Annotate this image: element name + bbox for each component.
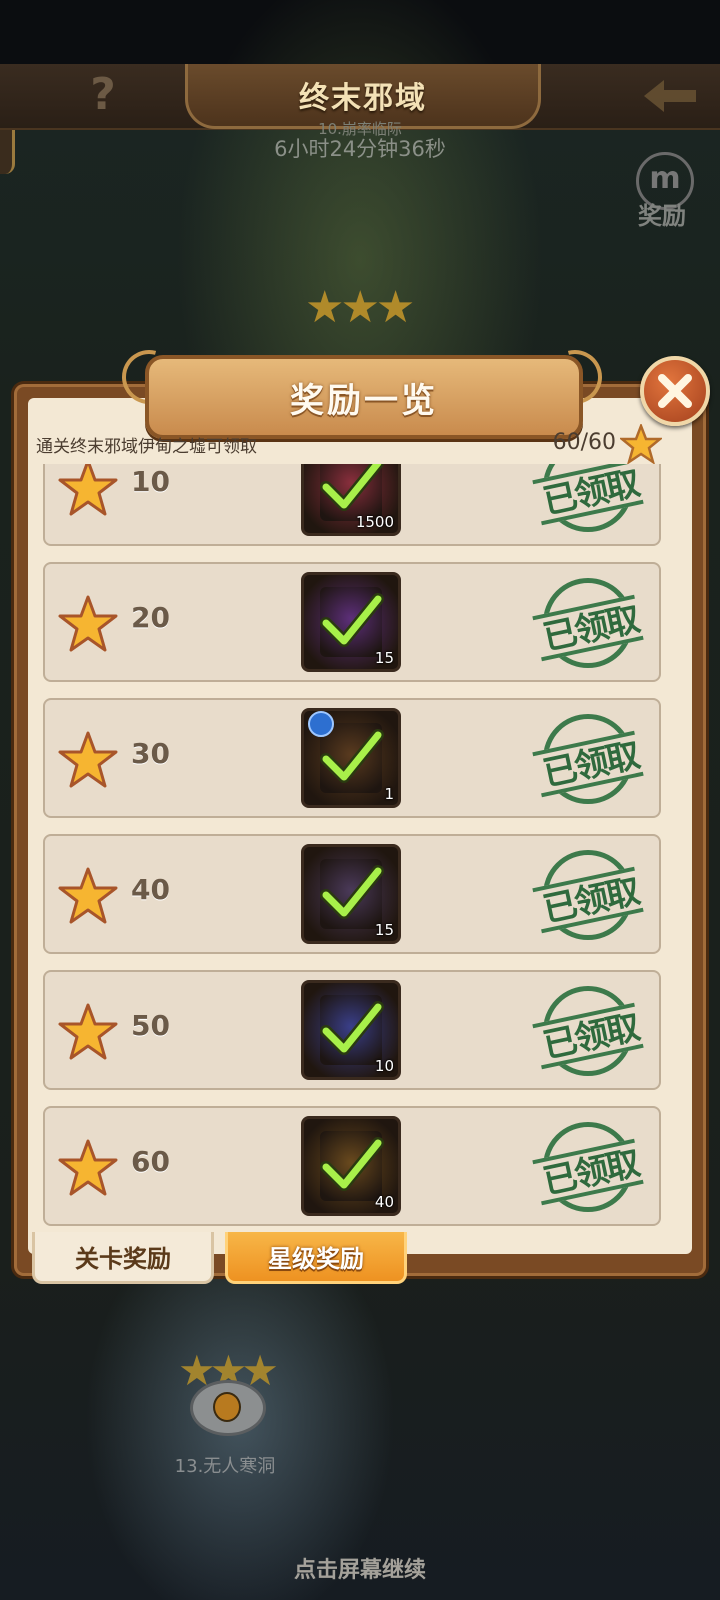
star-requirement: 30 <box>131 737 170 770</box>
claimed-stamp: 已领取 <box>532 986 644 1076</box>
tab-level-rewards-label: 关卡奖励 <box>75 1245 171 1273</box>
reward-row: 10 1500 已领取 <box>43 464 661 546</box>
item-quantity: 40 <box>374 1193 394 1211</box>
star-requirement: 40 <box>131 873 170 906</box>
help-icon[interactable]: ? <box>78 70 128 120</box>
item-quantity: 15 <box>374 649 394 667</box>
tab-star-rewards[interactable]: 星级奖励 <box>225 1232 407 1284</box>
tap-to-continue-hint[interactable]: 点击屏幕继续 <box>230 1552 490 1584</box>
back-arrow-icon[interactable] <box>640 74 700 118</box>
eye-icon <box>213 1392 241 1422</box>
claimed-status: 已领取 <box>539 464 642 523</box>
reward-list[interactable]: 10 1500 已领取 20 15 已领取 30 1 已领取 40 15 已领取… <box>28 464 692 1234</box>
star-requirement: 60 <box>131 1145 170 1178</box>
item-quantity: 1 <box>384 785 394 803</box>
stage-stars-icon: ★★★ <box>305 282 415 333</box>
checkmark-icon <box>320 865 384 919</box>
stage-title: 终末邪域 <box>299 81 427 116</box>
claimed-stamp: 已领取 <box>532 850 644 940</box>
star-icon <box>58 595 118 652</box>
side-reward-label: 奖励 <box>638 202 686 230</box>
tab-level-rewards[interactable]: 关卡奖励 <box>32 1232 214 1284</box>
panel-title-plaque: 奖励一览 <box>145 355 583 439</box>
reward-row: 50 10 已领取 <box>43 970 661 1090</box>
reward-row: 40 15 已领取 <box>43 834 661 954</box>
reward-row: 20 15 已领取 <box>43 562 661 682</box>
reward-item-slot[interactable]: 1500 <box>301 464 401 536</box>
panel-title: 奖励一览 <box>290 380 438 421</box>
requirement-text: 通关终末邪域伊甸之墟可领取 <box>36 437 257 457</box>
star-requirement: 20 <box>131 601 170 634</box>
close-icon <box>658 374 692 408</box>
claimed-stamp: 已领取 <box>532 714 644 804</box>
reward-item-slot[interactable]: 15 <box>301 572 401 672</box>
checkmark-icon <box>320 593 384 647</box>
star-requirement: 10 <box>131 465 170 498</box>
tab-star-rewards-label: 星级奖励 <box>268 1245 364 1273</box>
star-progress: 60/60 <box>552 430 616 455</box>
close-button[interactable] <box>640 356 710 426</box>
star-icon <box>58 1003 118 1060</box>
item-quantity: 15 <box>374 921 394 939</box>
side-reward-button[interactable]: m 奖励 <box>628 152 696 232</box>
item-quantity: 10 <box>374 1057 394 1075</box>
reward-row: 60 40 已领取 <box>43 1106 661 1226</box>
checkmark-icon <box>320 464 384 511</box>
item-quantity: 1500 <box>355 513 394 531</box>
star-icon <box>58 464 118 516</box>
claimed-stamp: 已领取 <box>532 464 644 532</box>
countdown-timer: 6小时24分钟36秒 <box>274 137 446 161</box>
reward-item-slot[interactable]: 15 <box>301 844 401 944</box>
reward-item-slot[interactable]: 1 <box>301 708 401 808</box>
star-icon <box>58 731 118 788</box>
checkmark-icon <box>320 729 384 783</box>
reward-item-slot[interactable]: 40 <box>301 1116 401 1216</box>
star-icon <box>58 867 118 924</box>
claimed-stamp: 已领取 <box>532 578 644 668</box>
stage-label: 13.无人寒洞 <box>174 1456 276 1477</box>
checkmark-icon <box>320 1137 384 1191</box>
checkmark-icon <box>320 1001 384 1055</box>
reward-item-slot[interactable]: 10 <box>301 980 401 1080</box>
star-requirement: 50 <box>131 1009 170 1042</box>
reward-row: 30 1 已领取 <box>43 698 661 818</box>
star-icon <box>620 424 662 464</box>
claimed-stamp: 已领取 <box>532 1122 644 1212</box>
star-icon <box>58 1139 118 1196</box>
